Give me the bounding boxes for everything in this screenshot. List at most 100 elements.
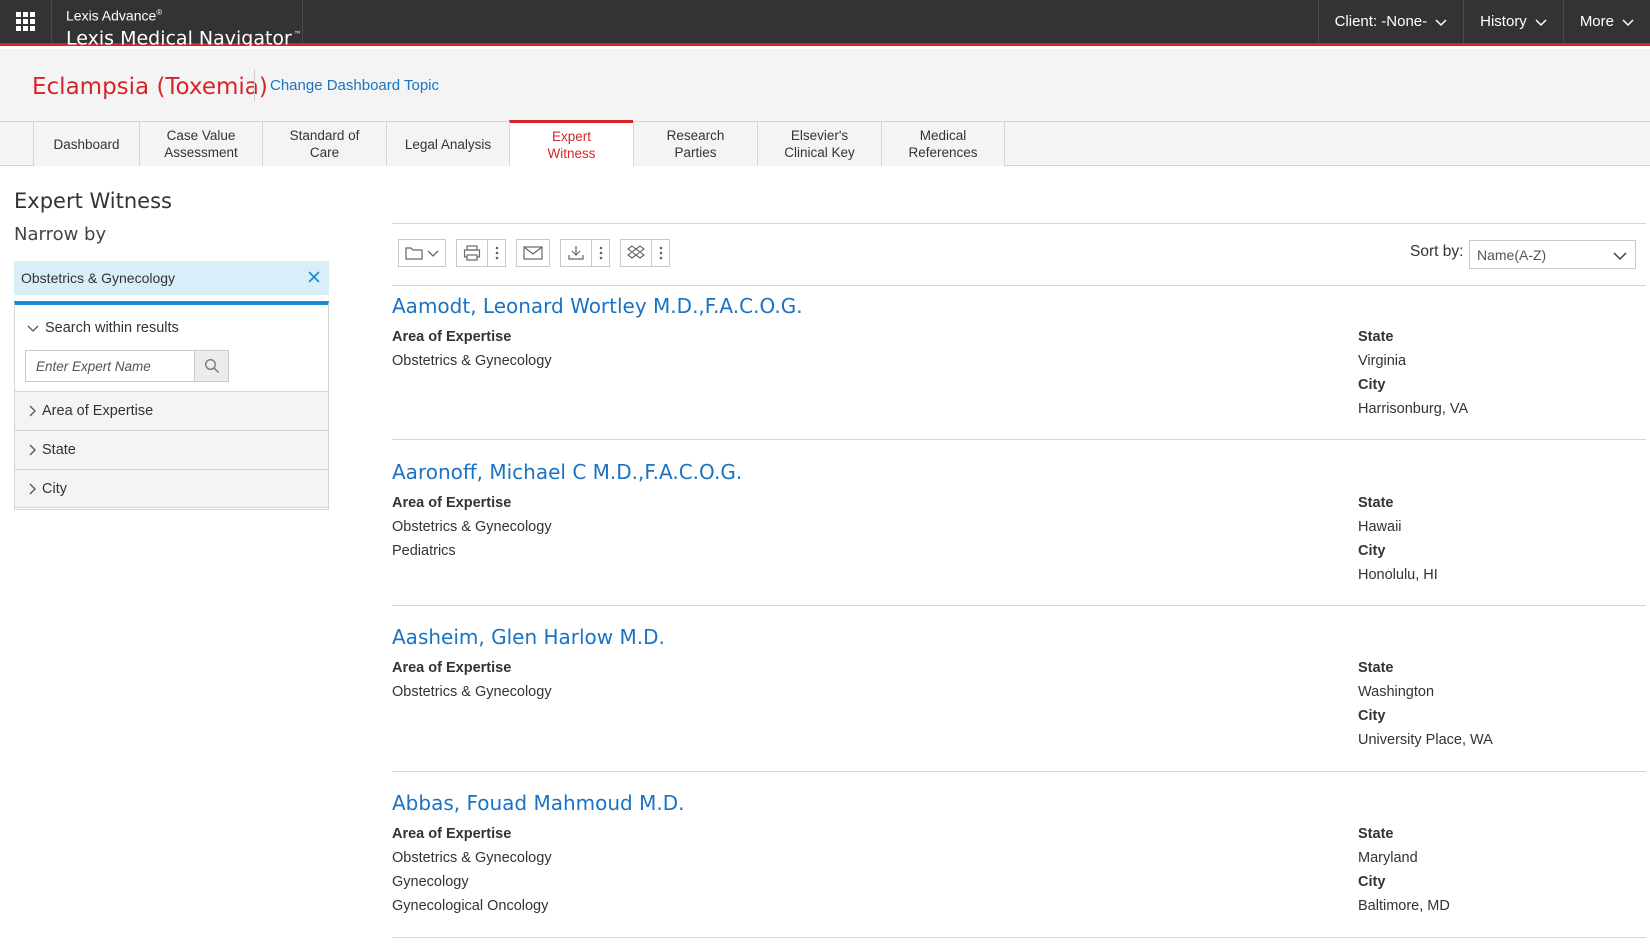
- product-brand[interactable]: Lexis Advance® Lexis Medical Navigator ™: [53, 0, 303, 49]
- city-label: City: [1358, 377, 1386, 393]
- expert-name-link[interactable]: Aamodt, Leonard Wortley M.D.,F.A.C.O.G.: [392, 294, 803, 318]
- active-filter-chip: Obstetrics & Gynecology: [14, 261, 329, 295]
- active-filter-label: Obstetrics & Gynecology: [21, 270, 176, 286]
- city-label: City: [1358, 874, 1386, 890]
- expert-name-input[interactable]: [25, 350, 195, 382]
- expert-name-link[interactable]: Aasheim, Glen Harlow M.D.: [392, 625, 665, 649]
- results-toolbar: [398, 239, 680, 267]
- divider: [392, 285, 1646, 286]
- dropbox-options-button[interactable]: [652, 239, 670, 267]
- city-label: City: [1358, 543, 1386, 559]
- tab-bar: Dashboard Case Value Assessment Standard …: [0, 120, 1650, 166]
- more-vertical-icon: [659, 246, 662, 260]
- sidebar-title: Expert Witness: [14, 189, 172, 213]
- search-within-toggle[interactable]: Search within results: [27, 320, 179, 336]
- tab-dashboard[interactable]: Dashboard: [33, 122, 139, 166]
- filter-panel: Search within results Area of Expertise …: [14, 301, 329, 510]
- area-label: Area of Expertise: [392, 826, 512, 842]
- result-item: Abbas, Fouad Mahmoud M.D. Area of Expert…: [392, 791, 1646, 938]
- chevron-down-icon: [1435, 18, 1447, 26]
- area-value: Obstetrics & Gynecology: [392, 850, 552, 866]
- more-vertical-icon: [495, 246, 498, 260]
- apps-menu-button[interactable]: [0, 0, 52, 43]
- tab-elseviers-clinical-key[interactable]: Elsevier's Clinical Key: [757, 122, 881, 166]
- print-button[interactable]: [456, 239, 488, 267]
- tab-medical-references[interactable]: Medical References: [881, 122, 1005, 166]
- chevron-down-icon: [1613, 252, 1627, 261]
- email-button[interactable]: [516, 239, 550, 267]
- client-menu[interactable]: Client: -None-: [1317, 0, 1464, 43]
- divider: [392, 223, 1646, 224]
- state-label: State: [1358, 660, 1394, 676]
- area-label: Area of Expertise: [392, 495, 512, 511]
- download-options-button[interactable]: [592, 239, 610, 267]
- dropbox-button[interactable]: [620, 239, 652, 267]
- tab-standard-of-care[interactable]: Standard of Care: [262, 122, 386, 166]
- state-label: State: [1358, 495, 1394, 511]
- city-value: Baltimore, MD: [1358, 898, 1450, 914]
- state-value: Hawaii: [1358, 519, 1402, 535]
- city-label: City: [1358, 708, 1386, 724]
- state-value: Virginia: [1358, 353, 1407, 369]
- top-nav: Client: -None- History More: [1317, 0, 1650, 43]
- tab-research-parties[interactable]: Research Parties: [633, 122, 757, 166]
- print-options-button[interactable]: [488, 239, 506, 267]
- state-value: Maryland: [1358, 850, 1418, 866]
- change-topic-link[interactable]: Change Dashboard Topic: [270, 77, 439, 94]
- area-label: Area of Expertise: [392, 329, 512, 345]
- chevron-down-icon: [1535, 18, 1547, 26]
- folder-button[interactable]: [398, 239, 446, 267]
- city-value: University Place, WA: [1358, 732, 1493, 748]
- search-within-label: Search within results: [45, 320, 179, 336]
- expert-name-link[interactable]: Abbas, Fouad Mahmoud M.D.: [392, 791, 684, 815]
- top-bar: Lexis Advance® Lexis Medical Navigator ™ …: [0, 0, 1650, 49]
- print-icon: [463, 245, 481, 261]
- chevron-right-icon: [29, 483, 36, 494]
- folder-icon: [405, 247, 439, 260]
- result-item: Aamodt, Leonard Wortley M.D.,F.A.C.O.G. …: [392, 294, 1646, 440]
- area-value: Obstetrics & Gynecology: [392, 353, 552, 369]
- topic-header: Eclampsia (Toxemia) Change Dashboard Top…: [0, 49, 1650, 121]
- facet-city[interactable]: City: [15, 469, 328, 508]
- expert-name-link[interactable]: Aaronoff, Michael C M.D.,F.A.C.O.G.: [392, 460, 742, 484]
- sort-label: Sort by:: [1410, 243, 1464, 260]
- facet-area-of-expertise[interactable]: Area of Expertise: [15, 391, 328, 430]
- state-label: State: [1358, 826, 1394, 842]
- city-value: Harrisonburg, VA: [1358, 401, 1469, 417]
- chevron-down-icon: [1622, 18, 1634, 26]
- close-icon[interactable]: [306, 269, 322, 285]
- sort-select[interactable]: Name(A-Z): [1469, 240, 1636, 269]
- apps-grid-icon: [16, 12, 35, 31]
- email-icon: [523, 246, 543, 260]
- search-button[interactable]: [195, 350, 229, 382]
- area-label: Area of Expertise: [392, 660, 512, 676]
- area-value: Obstetrics & Gynecology: [392, 519, 552, 535]
- facet-state[interactable]: State: [15, 430, 328, 469]
- tab-expert-witness[interactable]: Expert Witness: [509, 120, 633, 166]
- history-menu[interactable]: History: [1463, 0, 1563, 43]
- area-value: Obstetrics & Gynecology: [392, 684, 552, 700]
- brand-top-line: Lexis Advance®: [66, 7, 163, 24]
- area-value: Gynecological Oncology: [392, 898, 549, 914]
- divider: [254, 69, 255, 101]
- result-item: Aaronoff, Michael C M.D.,F.A.C.O.G. Area…: [392, 460, 1646, 606]
- brand-main-line: Lexis Medical Navigator ™: [66, 26, 302, 49]
- download-group: [560, 239, 610, 267]
- tab-legal-analysis[interactable]: Legal Analysis: [386, 122, 509, 166]
- dropbox-group: [620, 239, 670, 267]
- expert-search: [25, 350, 229, 382]
- more-menu[interactable]: More: [1562, 0, 1650, 43]
- result-item: Aasheim, Glen Harlow M.D. Area of Expert…: [392, 625, 1646, 772]
- area-value: Pediatrics: [392, 543, 456, 559]
- print-group: [456, 239, 506, 267]
- chevron-right-icon: [29, 405, 36, 417]
- tab-case-value-assessment[interactable]: Case Value Assessment: [139, 122, 262, 166]
- chevron-down-icon: [27, 325, 39, 332]
- download-button[interactable]: [560, 239, 592, 267]
- chevron-right-icon: [29, 444, 36, 456]
- sort-value: Name(A-Z): [1477, 246, 1547, 263]
- state-value: Washington: [1358, 684, 1435, 700]
- search-icon: [204, 359, 219, 373]
- page-title: Eclampsia (Toxemia): [32, 74, 268, 100]
- more-vertical-icon: [599, 246, 602, 260]
